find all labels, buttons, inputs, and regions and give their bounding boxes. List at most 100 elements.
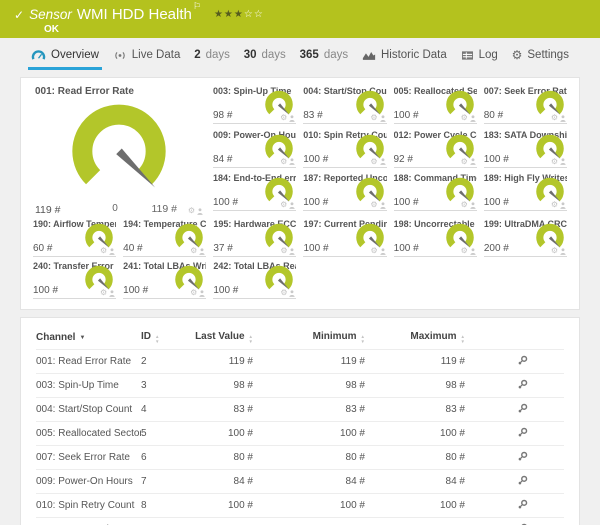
tab-live-data[interactable]: Live Data	[110, 43, 184, 70]
gear-icon[interactable]: ⚙	[551, 201, 558, 209]
gear-icon[interactable]: ⚙	[280, 247, 287, 255]
person-icon[interactable]	[197, 208, 203, 215]
mini-gauge-panel[interactable]: 240: Transfer Error Rate100 #⚙	[33, 261, 116, 299]
mini-gauge-panel[interactable]: 197: Current Pending S...100 #⚙	[303, 219, 386, 257]
person-icon[interactable]	[560, 248, 566, 255]
tab-settings[interactable]: ⚙Settings	[509, 43, 572, 70]
gear-icon[interactable]: ⚙	[370, 247, 377, 255]
person-icon[interactable]	[289, 202, 295, 209]
column-header-id[interactable]: ID▲▼	[141, 328, 183, 350]
gear-icon[interactable]: ⚙	[370, 201, 377, 209]
person-icon[interactable]	[109, 290, 115, 297]
gear-icon[interactable]: ⚙	[280, 114, 287, 122]
gear-icon[interactable]: ⚙	[551, 158, 558, 166]
star-icon[interactable]: ★	[234, 9, 244, 20]
gear-icon[interactable]: ⚙	[370, 114, 377, 122]
gauge-value: 100 #	[394, 243, 419, 254]
gear-icon[interactable]: ⚙	[370, 158, 377, 166]
person-icon[interactable]	[470, 158, 476, 165]
star-icon[interactable]: ★	[224, 9, 234, 20]
tab-30-days[interactable]: 30days	[241, 43, 289, 70]
gear-icon[interactable]: ⚙	[551, 114, 558, 122]
person-icon[interactable]	[380, 115, 386, 122]
mini-gauge-panel[interactable]: 184: End-to-End error /...100 #⚙	[213, 173, 296, 211]
person-icon[interactable]	[560, 158, 566, 165]
mini-gauge-panel[interactable]: 190: Airflow Temperat...60 #⚙	[33, 219, 116, 257]
person-icon[interactable]	[470, 248, 476, 255]
mini-gauge-panel[interactable]: 194: Temperature Cels...40 #⚙	[123, 219, 206, 257]
tab-number: 30	[244, 49, 257, 61]
person-icon[interactable]	[289, 248, 295, 255]
cell-min: 119 #	[253, 350, 365, 374]
mini-gauge-panel[interactable]: 183: SATA Downshift E...100 #⚙	[484, 130, 567, 168]
person-icon[interactable]	[380, 202, 386, 209]
mini-gauge-panel[interactable]: 012: Power Cycle Count92 #⚙	[394, 130, 477, 168]
channel-settings-icon[interactable]	[517, 451, 528, 462]
mini-gauge-panel[interactable]: 007: Seek Error Rate80 #⚙	[484, 86, 567, 124]
person-icon[interactable]	[289, 158, 295, 165]
tab-365-days[interactable]: 365days	[297, 43, 351, 70]
mini-gauge-panel[interactable]: 195: Hardware ECC Re...37 #⚙	[213, 219, 296, 257]
column-header-channel[interactable]: Channel▼	[36, 328, 141, 350]
mini-gauge-panel[interactable]: 004: Start/Stop Count83 #⚙	[303, 86, 386, 124]
gear-icon[interactable]: ⚙	[190, 247, 197, 255]
flag-icon[interactable]: ⚐	[193, 1, 201, 11]
mini-gauge-panel[interactable]: 010: Spin Retry Count100 #⚙	[303, 130, 386, 168]
cell-min: 100 #	[253, 494, 365, 518]
gear-icon[interactable]: ⚙	[280, 201, 287, 209]
channel-settings-icon[interactable]	[517, 379, 528, 390]
mini-gauge-panel[interactable]: 242: Total LBAs Read100 #⚙	[213, 261, 296, 299]
mini-gauge-panel[interactable]: 189: High Fly Writes100 #⚙	[484, 173, 567, 211]
person-icon[interactable]	[380, 248, 386, 255]
main-gauge-panel[interactable]: 001: Read Error Rate 119 # 0 119 # ⚙	[33, 86, 205, 217]
priority-stars[interactable]: ★★★☆☆	[214, 9, 264, 20]
mini-gauge-panel[interactable]: 199: UltraDMA CRC Err...200 #⚙	[484, 219, 567, 257]
person-icon[interactable]	[289, 115, 295, 122]
star-icon[interactable]: ☆	[254, 9, 264, 20]
table-row: 012: Power Cycle Count992 #92 #92 #	[36, 518, 564, 525]
tab-historic-data[interactable]: Historic Data	[359, 43, 450, 70]
gauge-value: 200 #	[484, 243, 509, 254]
person-icon[interactable]	[560, 202, 566, 209]
mini-gauge-panel[interactable]: 241: Total LBAs Written100 #⚙	[123, 261, 206, 299]
person-icon[interactable]	[199, 290, 205, 297]
column-header-maximum[interactable]: Maximum▲▼	[365, 328, 465, 350]
channel-settings-icon[interactable]	[517, 355, 528, 366]
person-icon[interactable]	[199, 248, 205, 255]
mini-gauge-panel[interactable]: 187: Reported Uncorre...100 #⚙	[303, 173, 386, 211]
gear-icon[interactable]: ⚙	[461, 114, 468, 122]
gear-icon[interactable]: ⚙	[280, 158, 287, 166]
channel-settings-icon[interactable]	[517, 499, 528, 510]
column-header-minimum[interactable]: Minimum▲▼	[253, 328, 365, 350]
tab-log[interactable]: Log	[458, 43, 501, 70]
mini-gauge-panel[interactable]: 188: Command Timeout100 #⚙	[394, 173, 477, 211]
person-icon[interactable]	[560, 115, 566, 122]
star-icon[interactable]: ☆	[244, 9, 254, 20]
channel-settings-icon[interactable]	[517, 403, 528, 414]
channel-settings-icon[interactable]	[517, 427, 528, 438]
gear-icon[interactable]: ⚙	[280, 289, 287, 297]
gear-icon[interactable]: ⚙	[461, 247, 468, 255]
person-icon[interactable]	[289, 290, 295, 297]
person-icon[interactable]	[470, 202, 476, 209]
gear-icon[interactable]: ⚙	[461, 201, 468, 209]
mini-gauge-panel[interactable]: 003: Spin-Up Time98 #⚙	[213, 86, 296, 124]
gear-icon[interactable]: ⚙	[100, 247, 107, 255]
tab-2-days[interactable]: 2days	[191, 43, 233, 70]
gear-icon[interactable]: ⚙	[100, 289, 107, 297]
star-icon[interactable]: ★	[214, 9, 224, 20]
mini-gauge-panel[interactable]: 009: Power-On Hours84 #⚙	[213, 130, 296, 168]
gear-icon[interactable]: ⚙	[461, 158, 468, 166]
channel-settings-icon[interactable]	[517, 475, 528, 486]
mini-gauge-panel[interactable]: 005: Reallocated Secto...100 #⚙	[394, 86, 477, 124]
gear-icon[interactable]: ⚙	[551, 247, 558, 255]
gear-icon[interactable]: ⚙	[190, 289, 197, 297]
tab-overview[interactable]: Overview	[28, 43, 102, 70]
person-icon[interactable]	[380, 158, 386, 165]
person-icon[interactable]	[109, 248, 115, 255]
person-icon[interactable]	[470, 115, 476, 122]
gear-icon[interactable]: ⚙	[188, 207, 195, 215]
mini-gauge-panel[interactable]: 198: Uncorrectable Se...100 #⚙	[394, 219, 477, 257]
gauge-dial	[63, 98, 175, 198]
column-header-last-value[interactable]: Last Value▲▼	[183, 328, 253, 350]
